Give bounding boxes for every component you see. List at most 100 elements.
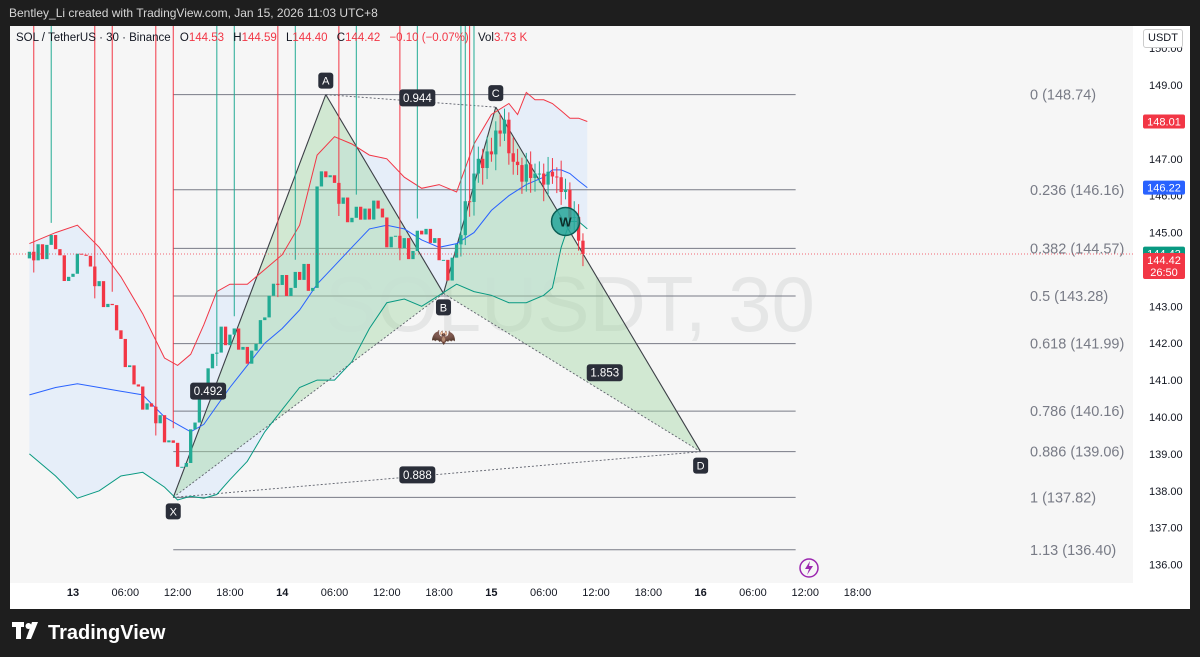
candle-body xyxy=(337,182,341,204)
candle-body xyxy=(197,398,202,423)
candle-body xyxy=(363,208,367,220)
open-label: O xyxy=(179,32,189,44)
candle-body xyxy=(485,151,489,169)
candle-body xyxy=(106,303,110,308)
candle-body xyxy=(71,273,75,277)
candle-body xyxy=(189,429,193,463)
time-tick-label: 06:00 xyxy=(321,587,349,599)
price-tick-label: 149.00 xyxy=(1149,80,1183,92)
candle-body xyxy=(93,266,97,287)
candle-body xyxy=(110,303,114,306)
candle-body xyxy=(36,244,40,261)
time-tick-label: 18:00 xyxy=(216,587,244,599)
high-label: H xyxy=(233,32,242,44)
price-tick-label: 139.00 xyxy=(1149,449,1183,461)
tv-logo-icon xyxy=(12,621,42,645)
candle-body xyxy=(424,228,428,235)
close-value: 144.42 xyxy=(345,32,381,44)
fib-level-label: 1 (137.82) xyxy=(1030,490,1096,506)
candle-body xyxy=(289,287,293,297)
candle-body xyxy=(507,119,511,154)
candle-body xyxy=(284,274,289,297)
candle-body xyxy=(145,403,149,410)
candle-body xyxy=(210,353,215,369)
candle-body xyxy=(53,235,58,250)
candle-body xyxy=(546,171,550,185)
candle-body xyxy=(515,161,520,166)
candle-body xyxy=(511,153,515,162)
candle-body xyxy=(502,119,507,134)
candle-body xyxy=(245,346,249,364)
candle-body xyxy=(472,173,476,202)
candle-body xyxy=(563,189,568,192)
candle-body xyxy=(258,320,263,344)
candle-body xyxy=(250,350,254,364)
candle-body xyxy=(350,217,354,223)
candle-body xyxy=(324,171,328,178)
candle-body xyxy=(293,271,297,288)
ratio-label: 0.888 xyxy=(403,470,432,482)
fib-level-label: 0.236 (146.16) xyxy=(1030,183,1124,199)
fib-level-label: 0.382 (144.57) xyxy=(1030,241,1124,257)
candle-body xyxy=(406,238,411,260)
price-axis-badge-text: 148.01 xyxy=(1147,117,1181,129)
ratio-label: 0.944 xyxy=(403,93,432,105)
candle-body xyxy=(141,386,145,410)
fib-level-label: 0.886 (139.06) xyxy=(1030,445,1124,461)
candle-body xyxy=(58,249,62,256)
currency-button[interactable]: USDT xyxy=(1143,29,1183,48)
candle-body xyxy=(454,244,459,258)
candle-body xyxy=(376,200,380,209)
candle-body xyxy=(441,259,446,261)
price-axis-badge-text: 146.22 xyxy=(1147,183,1181,195)
bat-pattern-icon: 🦇 xyxy=(431,324,456,348)
time-tick-label: 15 xyxy=(485,587,497,599)
price-tick-label: 138.00 xyxy=(1149,486,1183,498)
time-tick-label: 12:00 xyxy=(582,587,610,599)
candle-body xyxy=(123,338,127,368)
candle-body xyxy=(372,200,376,220)
candle-body xyxy=(158,415,162,424)
candle-body xyxy=(428,228,433,243)
candle-body xyxy=(420,230,424,235)
candle-body xyxy=(297,271,302,280)
fib-level-label: 0.5 (143.28) xyxy=(1030,289,1108,305)
candle-body xyxy=(302,263,306,280)
pattern-point-label: C xyxy=(492,88,500,100)
candle-body xyxy=(84,254,88,256)
candle-body xyxy=(128,365,132,368)
candle-body xyxy=(411,251,415,260)
price-tick-label: 141.00 xyxy=(1149,375,1183,387)
time-tick-label: 18:00 xyxy=(425,587,453,599)
candle-body xyxy=(463,201,467,236)
candle-body xyxy=(193,422,197,430)
price-chart[interactable]: SOLUSDT, 300 (148.74)0.236 (146.16)0.382… xyxy=(10,26,1190,609)
candle-body xyxy=(97,281,101,287)
bottom-brand-bar: TradingView xyxy=(0,609,1200,657)
top-credit-bar: Bentley_Li created with TradingView.com,… xyxy=(0,0,1200,26)
time-tick-label: 06:00 xyxy=(739,587,767,599)
candle-body xyxy=(114,305,119,331)
price-tick-label: 145.00 xyxy=(1149,228,1183,240)
candle-body xyxy=(267,295,271,318)
candle-body xyxy=(476,158,481,174)
volume-label: Vol xyxy=(477,32,494,44)
candle-body xyxy=(498,130,502,134)
open-value: 144.53 xyxy=(188,32,225,44)
candle-body xyxy=(45,244,49,260)
tradingview-logo[interactable]: TradingView xyxy=(12,620,165,646)
volume-value: 3.73 K xyxy=(493,32,528,44)
candle-body xyxy=(332,175,337,183)
pattern-point-label: D xyxy=(697,461,705,473)
time-tick-label: 13 xyxy=(67,587,79,599)
candle-body xyxy=(223,326,228,346)
candle-body xyxy=(280,274,284,285)
symbol-name[interactable]: SOL / TetherUS · 30 · Binance xyxy=(16,32,171,44)
candle-body xyxy=(149,403,154,407)
time-tick-label: 12:00 xyxy=(164,587,192,599)
candle-body xyxy=(319,171,324,187)
candle-body xyxy=(180,466,184,468)
chart-frame[interactable]: SOLUSDT, 30 0 (148.74) 0.236 (146.16) 0.382… xyxy=(10,26,1190,609)
candle-body xyxy=(241,346,245,350)
candle-body xyxy=(236,328,241,350)
